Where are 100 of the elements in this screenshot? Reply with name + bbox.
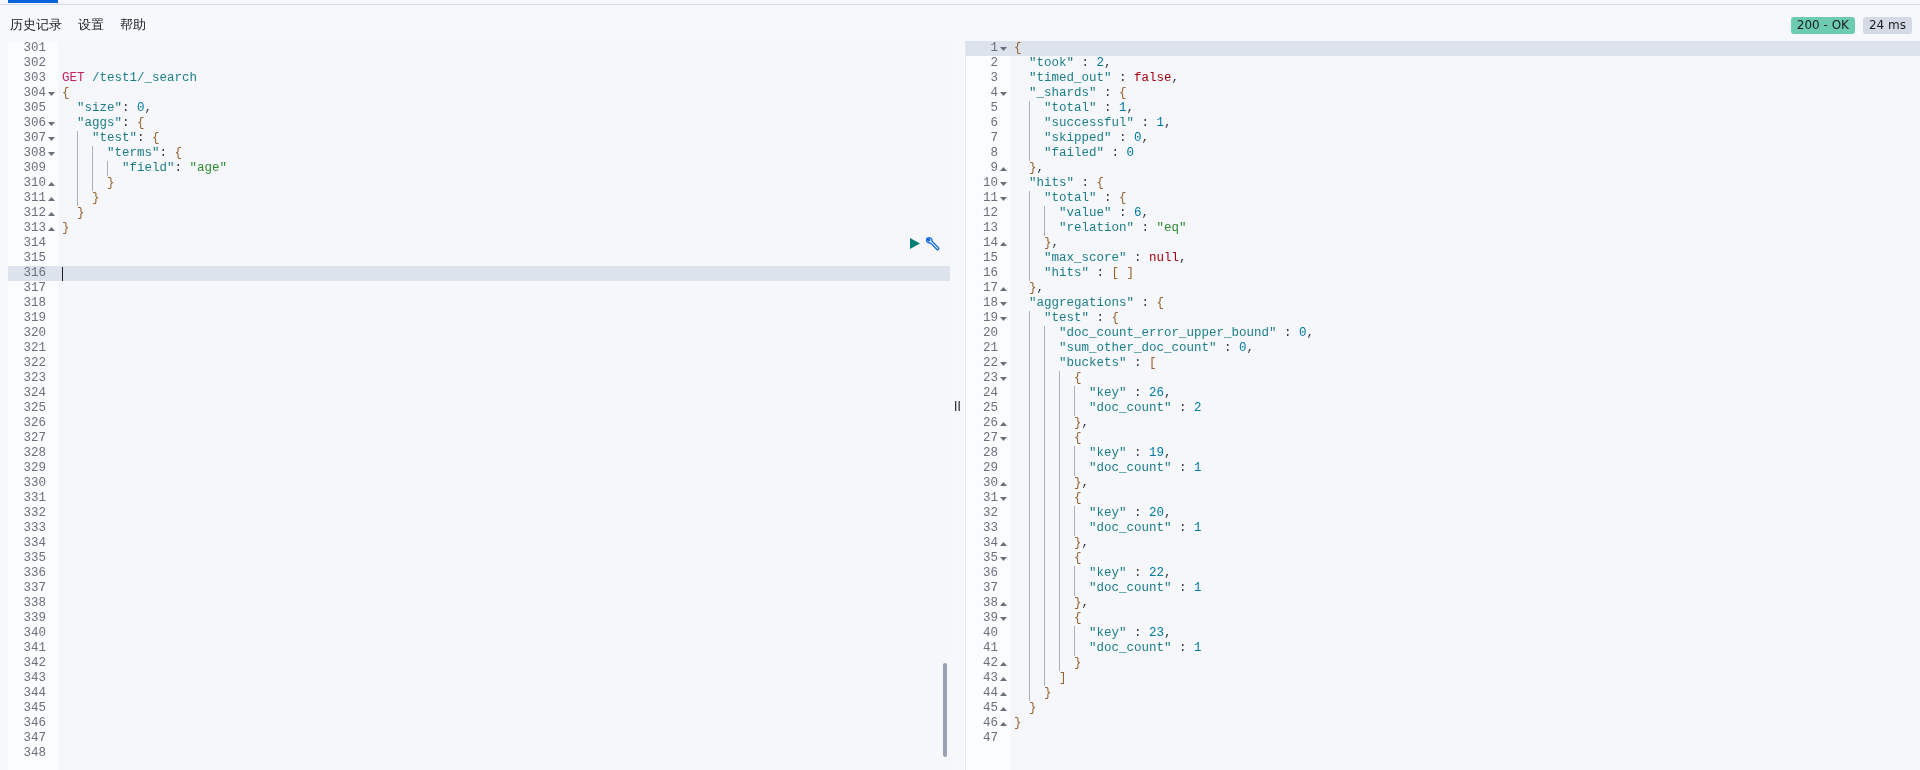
line-number: 2 [990,56,998,71]
code-text: "aggs": { [76,116,145,131]
line-number: 47 [983,731,998,746]
resize-handle-icon[interactable] [955,400,960,411]
caret-down-icon[interactable] [999,616,1007,621]
line-number: 313 [23,221,46,236]
caret-up-icon[interactable] [999,286,1007,291]
line-number: 28 [983,446,998,461]
code-text: "buckets" : [ [1058,356,1157,371]
code-text: "failed" : 0 [1043,146,1135,161]
line-number: 335 [23,551,46,566]
line-number: 343 [23,671,46,686]
line-number: 325 [23,401,46,416]
caret-down-icon[interactable] [999,436,1007,441]
line-number: 344 [23,686,46,701]
caret-up-icon[interactable] [999,601,1007,606]
line-number: 333 [23,521,46,536]
caret-up-icon[interactable] [47,226,55,231]
caret-up-icon[interactable] [999,481,1007,486]
line-number: 330 [23,476,46,491]
caret-down-icon[interactable] [47,121,55,126]
code-text: "timed_out" : false, [1028,71,1180,86]
code-text: } [91,191,100,206]
code-text: "took" : 2, [1028,56,1112,71]
code-text: "skipped" : 0, [1043,131,1150,146]
caret-down-icon[interactable] [999,301,1007,306]
code-text: { [62,86,70,101]
code-text: "field": "age" [121,161,228,176]
scrollbar-thumb[interactable] [943,663,947,757]
menu-link[interactable]: 历史记录 [10,17,62,34]
caret-down-icon[interactable] [999,496,1007,501]
caret-up-icon[interactable] [999,241,1007,246]
code-text: } [1073,656,1082,671]
code-text: "sum_other_doc_count" : 0, [1058,341,1255,356]
line-number: 43 [983,671,998,686]
caret-down-icon[interactable] [999,316,1007,321]
line-number: 24 [983,386,998,401]
line-number: 42 [983,656,998,671]
line-number: 324 [23,386,46,401]
code-text: } [76,206,85,221]
menu-link[interactable]: 帮助 [120,17,146,34]
caret-up-icon[interactable] [999,166,1007,171]
caret-down-icon[interactable] [999,181,1007,186]
caret-down-icon[interactable] [999,196,1007,201]
line-number: 19 [983,311,998,326]
line-number: 320 [23,326,46,341]
caret-up-icon[interactable] [999,676,1007,681]
code-text: "test" : { [1043,311,1120,326]
line-number: 6 [990,116,998,131]
caret-down-icon[interactable] [999,556,1007,561]
code-text: }, [1073,476,1090,491]
line-number: 341 [23,641,46,656]
caret-up-icon[interactable] [47,196,55,201]
caret-up-icon[interactable] [999,691,1007,696]
caret-down-icon[interactable] [47,136,55,141]
tab-indicator [8,0,58,3]
caret-up-icon[interactable] [47,211,55,216]
line-number: 5 [990,101,998,116]
caret-down-icon[interactable] [999,361,1007,366]
caret-down-icon[interactable] [47,91,55,96]
caret-down-icon[interactable] [999,376,1007,381]
caret-up-icon[interactable] [999,661,1007,666]
line-number: 37 [983,581,998,596]
line-number: 337 [23,581,46,596]
code-text: "key" : 26, [1088,386,1172,401]
line-number: 39 [983,611,998,626]
code-text: { [1014,41,1022,56]
play-button[interactable] [910,238,920,249]
caret-down-icon[interactable] [999,46,1007,51]
line-number: 38 [983,596,998,611]
code-text: "doc_count" : 2 [1088,401,1202,416]
caret-down-icon[interactable] [999,91,1007,96]
caret-up-icon[interactable] [999,421,1007,426]
caret-up-icon[interactable] [999,721,1007,726]
line-number: 25 [983,401,998,416]
line-number: 32 [983,506,998,521]
code-text: "hits" : { [1028,176,1105,191]
code-text: "key" : 20, [1088,506,1172,521]
code-text: }, [1028,161,1045,176]
code-text: } [1014,716,1022,731]
line-number: 336 [23,566,46,581]
line-number: 301 [23,41,46,56]
line-number: 348 [23,746,46,761]
menu-link[interactable]: 设置 [78,17,104,34]
caret-down-icon[interactable] [47,151,55,156]
line-number: 322 [23,356,46,371]
caret-up-icon[interactable] [999,706,1007,711]
code-text: ] [1058,671,1067,686]
caret-up-icon[interactable] [47,181,55,186]
caret-up-icon[interactable] [999,541,1007,546]
code-text: } [106,176,115,191]
code-text: "test": { [91,131,160,146]
wrench-button[interactable] [925,236,940,251]
line-number: 45 [983,701,998,716]
code-text: } [1028,701,1037,716]
code-text: "doc_count" : 1 [1088,641,1202,656]
line-number: 315 [23,251,46,266]
code-text: "relation" : "eq" [1058,221,1187,236]
line-number: 308 [23,146,46,161]
wrench-icon [925,236,940,251]
